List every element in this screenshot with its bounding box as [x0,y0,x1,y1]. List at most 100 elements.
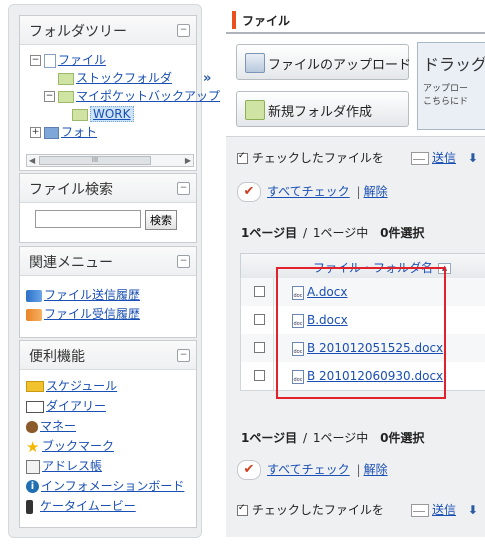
tool-item-address-book[interactable]: アドレス帳 [26,458,102,474]
check-all-link[interactable]: すべてチェック [267,463,350,477]
left-sidebar: フォルダツリー − − ファイル ストックフォルダ − マイポケットバックアップ W… [8,4,220,538]
new-folder-button[interactable]: 新規フォルダ作成 [236,91,409,127]
money-icon [26,420,38,433]
selected-count: 0件選択 [380,226,425,240]
checked-files-label: チェックしたファイルを [251,503,384,517]
check-all-bar-top: ✔ すべてチェック | 解除 [237,182,388,202]
file-search-title: ファイル検索 [29,182,113,198]
page-number: 1ページ目 [241,226,298,240]
new-folder-button-label: 新規フォルダ作成 [268,105,373,120]
sidebar-collapse-strip[interactable]: » [200,4,222,536]
drag-desc-line: アップロー [423,84,469,94]
tree-item-file[interactable]: − ファイル [30,52,106,68]
tree-item-label-selected[interactable]: WORK [90,106,134,122]
column-divider [273,362,274,390]
file-folder-icon [44,53,56,68]
tool-link[interactable]: ブックマーク [42,439,114,453]
photo-folder-icon [44,126,59,139]
page-title: ファイル [242,14,291,28]
page-number: 1ページ目 [241,431,298,445]
folder-tree-panel: フォルダツリー − − ファイル ストックフォルダ − マイポケットバックアップ W… [19,15,220,171]
file-search-header: ファイル検索 − [20,174,196,203]
tree-item-stock-folder[interactable]: ストックフォルダ [58,70,172,86]
column-divider [273,278,274,306]
column-divider [273,334,274,362]
related-menu-item-receive-history[interactable]: ファイル受信履歴 [26,306,140,322]
tool-link[interactable]: スケジュール [46,379,117,393]
tool-item-schedule[interactable]: スケジュール [26,378,117,394]
tool-item-information-board[interactable]: i インフォメーションボード [26,478,184,494]
tree-item-label[interactable]: ファイル [58,53,106,67]
minimize-icon[interactable]: − [177,255,190,268]
tool-link[interactable]: アドレス帳 [42,459,102,473]
check-all-link[interactable]: すべてチェック [267,185,350,199]
checked-files-action-bottom: チェックしたファイルを [237,501,384,518]
tree-item-label[interactable]: フォト [61,125,97,139]
tool-link[interactable]: マネー [40,419,76,433]
tool-item-bookmark[interactable]: ★ ブックマーク [26,438,114,454]
tree-item-label[interactable]: マイポケットバックアップ [76,89,220,103]
upload-icon [245,53,265,73]
new-folder-icon [245,100,265,120]
drag-drop-area[interactable]: ドラッグ アップロー こちらにド [417,42,485,130]
download-icon[interactable]: ⬇ [468,151,478,165]
folder-icon [58,72,74,85]
search-input[interactable] [35,210,141,228]
minimize-icon[interactable]: − [177,24,190,37]
send-link[interactable]: 送信 [432,503,456,517]
minimize-icon[interactable]: − [177,182,190,195]
row-checkbox[interactable] [254,286,265,297]
file-search-panel: ファイル検索 − 検索 [19,173,197,243]
checked-files-label: チェックしたファイルを [251,151,384,165]
horizontal-scrollbar[interactable]: ◀ III ▶ [26,154,194,167]
tool-link[interactable]: インフォメーションボード [41,479,184,493]
tools-header: 便利機能 − [20,341,196,370]
address-book-icon [26,459,40,474]
related-menu-item-send-history[interactable]: ファイル送信履歴 [26,287,140,303]
folder-tree-header: フォルダツリー − [20,16,196,45]
collapse-icon[interactable]: − [30,55,41,66]
minimize-icon[interactable]: − [177,349,190,362]
upload-button-label: ファイルのアップロード [268,58,412,73]
selected-count: 0件選択 [380,431,425,445]
upload-button[interactable]: ファイルのアップロード [236,44,412,80]
scroll-left-icon[interactable]: ◀ [29,155,35,166]
tool-item-money[interactable]: マネー [26,418,76,434]
tool-link[interactable]: ダイアリー [46,399,106,413]
download-icon[interactable]: ⬇ [468,503,478,517]
checkmark-icon: ✔ [237,182,261,202]
check-all-bar-bottom: ✔ すべてチェック | 解除 [237,460,388,480]
row-checkbox[interactable] [254,314,265,325]
double-chevron-right-icon[interactable]: » [203,71,211,86]
scrollbar-thumb[interactable]: III [39,156,151,165]
star-icon: ★ [26,437,40,456]
tools-title: 便利機能 [29,349,85,365]
tree-item-label[interactable]: ストックフォルダ [76,71,172,85]
row-checkbox[interactable] [254,342,265,353]
tool-item-diary[interactable]: ダイアリー [26,398,106,414]
folder-icon [72,108,88,121]
uncheck-link[interactable]: 解除 [364,463,388,477]
search-button[interactable]: 検索 [145,210,177,230]
row-checkbox[interactable] [254,370,265,381]
send-action-bottom[interactable]: 送信 ⬇ [411,501,478,518]
tool-link[interactable]: ケータイムービー [40,499,136,513]
send-link[interactable]: 送信 [432,151,456,165]
expand-icon[interactable]: + [30,127,41,138]
drag-description: アップロー こちらにド [423,83,468,109]
column-divider [273,306,274,334]
tree-item-work[interactable]: WORK [72,106,134,122]
related-menu-panel: 関連メニュー − ファイル送信履歴 ファイル受信履歴 [19,246,197,338]
uncheck-link[interactable]: 解除 [364,185,388,199]
folder-icon [58,90,74,103]
related-menu-link[interactable]: ファイル受信履歴 [44,307,140,321]
scroll-right-icon[interactable]: ▶ [185,155,191,166]
checkmark-icon: ✔ [237,460,261,480]
tree-item-photo[interactable]: + フォト [30,124,97,140]
tree-item-mypocket-backup[interactable]: − マイポケットバックアップ [44,88,220,104]
collapse-icon[interactable]: − [44,91,55,102]
tool-item-mobile-movie[interactable]: ケータイムービー [26,498,136,514]
related-menu-link[interactable]: ファイル送信履歴 [44,288,140,302]
send-action-top[interactable]: 送信 ⬇ [411,149,478,166]
pager-bottom: 1ページ目 / 1ページ中 0件選択 [241,429,424,446]
